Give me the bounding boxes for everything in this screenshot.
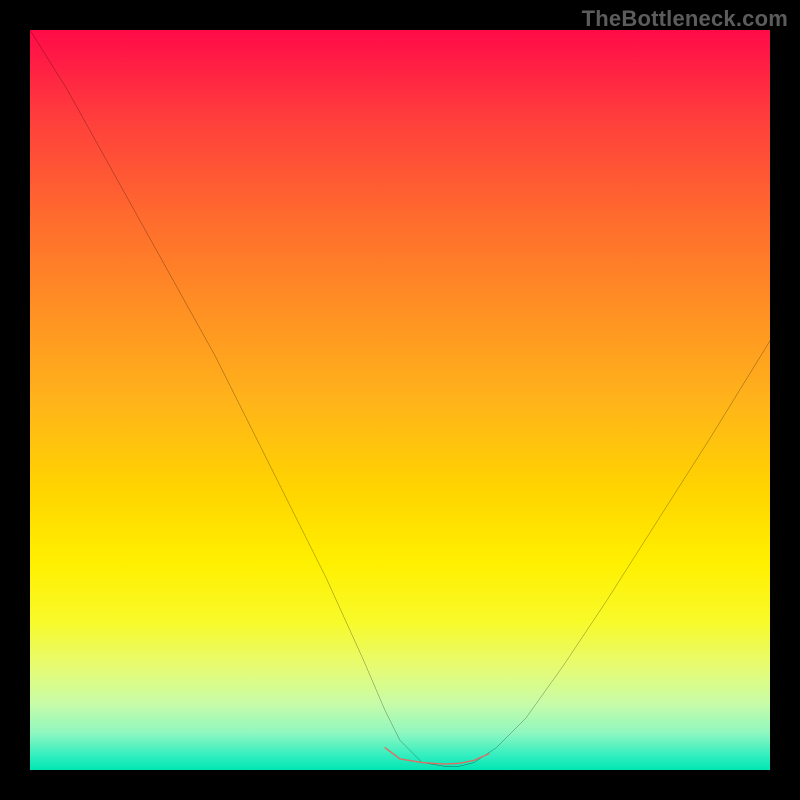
highlight-segment	[385, 748, 489, 764]
chart-frame: TheBottleneck.com	[0, 0, 800, 800]
main-curve	[30, 30, 770, 766]
chart-svg	[30, 30, 770, 770]
plot-area	[30, 30, 770, 770]
watermark-text: TheBottleneck.com	[582, 6, 788, 32]
